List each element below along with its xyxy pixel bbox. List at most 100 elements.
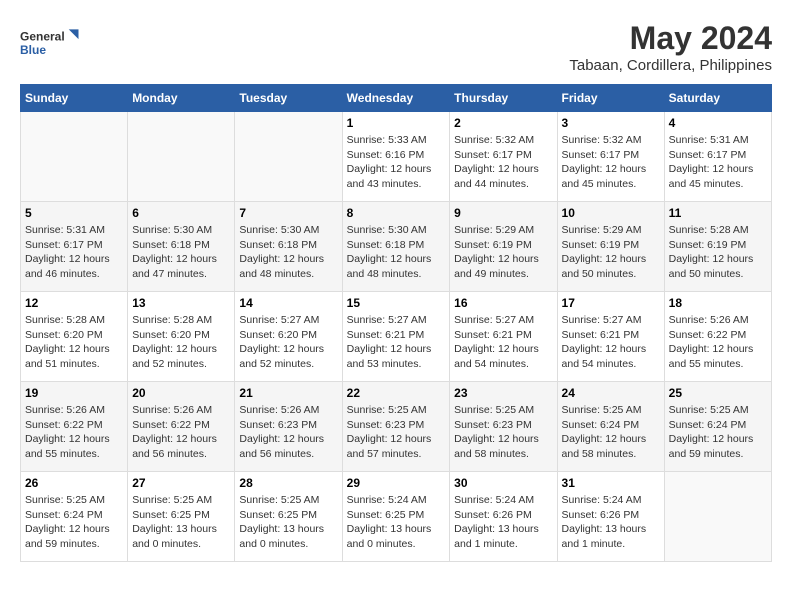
calendar-day-18: 18 Sunrise: 5:26 AM Sunset: 6:22 PM Dayli… [664, 292, 771, 382]
day-info: Sunrise: 5:24 AM Sunset: 6:25 PM Dayligh… [347, 493, 446, 552]
calendar-day-6: 6Sunrise: 5:30 AM Sunset: 6:18 PM Daylig… [128, 202, 235, 292]
calendar-week-2: 5 Sunrise: 5:31 AM Sunset: 6:17 PM Daylig… [21, 202, 772, 292]
day-number: 11 [669, 206, 767, 220]
calendar-subtitle: Tabaan, Cordillera, Philippines [569, 57, 772, 74]
calendar-day-20: 20Sunrise: 5:26 AM Sunset: 6:22 PM Dayli… [128, 382, 235, 472]
weekday-header-tuesday: Tuesday [235, 85, 342, 112]
day-number: 16 [454, 296, 552, 310]
day-number: 14 [239, 296, 337, 310]
day-info: Sunrise: 5:31 AM Sunset: 6:17 PM Dayligh… [25, 223, 123, 282]
day-number: 22 [347, 386, 446, 400]
calendar-day-8: 8 Sunrise: 5:30 AM Sunset: 6:18 PM Daylig… [342, 202, 450, 292]
calendar-day-1: 1 Sunrise: 5:33 AM Sunset: 6:16 PM Daylig… [342, 112, 450, 202]
calendar-week-4: 19 Sunrise: 5:26 AM Sunset: 6:22 PM Dayli… [21, 382, 772, 472]
logo-icon: General Blue [20, 20, 80, 65]
calendar-day-29: 29 Sunrise: 5:24 AM Sunset: 6:25 PM Dayli… [342, 472, 450, 562]
day-number: 12 [25, 296, 123, 310]
page-header: General Blue May 2024 Tabaan, Cordillera… [20, 20, 772, 74]
day-info: Sunrise: 5:26 AM Sunset: 6:23 PM Dayligh… [239, 403, 337, 462]
day-number: 9 [454, 206, 552, 220]
day-number: 4 [669, 116, 767, 130]
day-number: 17 [562, 296, 660, 310]
day-number: 5 [25, 206, 123, 220]
day-info: Sunrise: 5:24 AM Sunset: 6:26 PM Dayligh… [562, 493, 660, 552]
day-number: 21 [239, 386, 337, 400]
day-info: Sunrise: 5:33 AM Sunset: 6:16 PM Dayligh… [347, 133, 446, 192]
day-info: Sunrise: 5:29 AM Sunset: 6:19 PM Dayligh… [454, 223, 552, 282]
day-number: 19 [25, 386, 123, 400]
day-info: Sunrise: 5:25 AM Sunset: 6:23 PM Dayligh… [454, 403, 552, 462]
day-info: Sunrise: 5:27 AM Sunset: 6:21 PM Dayligh… [454, 313, 552, 372]
logo: General Blue [20, 20, 80, 65]
day-info: Sunrise: 5:25 AM Sunset: 6:25 PM Dayligh… [132, 493, 230, 552]
day-number: 8 [347, 206, 446, 220]
day-info: Sunrise: 5:28 AM Sunset: 6:20 PM Dayligh… [132, 313, 230, 372]
calendar-day-25: 25 Sunrise: 5:25 AM Sunset: 6:24 PM Dayli… [664, 382, 771, 472]
weekday-header-thursday: Thursday [450, 85, 557, 112]
calendar-day-17: 17 Sunrise: 5:27 AM Sunset: 6:21 PM Dayli… [557, 292, 664, 382]
day-info: Sunrise: 5:31 AM Sunset: 6:17 PM Dayligh… [669, 133, 767, 192]
day-number: 31 [562, 476, 660, 490]
day-info: Sunrise: 5:25 AM Sunset: 6:24 PM Dayligh… [562, 403, 660, 462]
day-number: 2 [454, 116, 552, 130]
svg-text:Blue: Blue [20, 43, 46, 57]
calendar-day-24: 24Sunrise: 5:25 AM Sunset: 6:24 PM Dayli… [557, 382, 664, 472]
day-info: Sunrise: 5:27 AM Sunset: 6:21 PM Dayligh… [347, 313, 446, 372]
day-number: 3 [562, 116, 660, 130]
day-number: 27 [132, 476, 230, 490]
calendar-day-15: 15 Sunrise: 5:27 AM Sunset: 6:21 PM Dayli… [342, 292, 450, 382]
day-info: Sunrise: 5:29 AM Sunset: 6:19 PM Dayligh… [562, 223, 660, 282]
day-number: 10 [562, 206, 660, 220]
calendar-table: SundayMondayTuesdayWednesdayThursdayFrid… [20, 84, 772, 562]
day-info: Sunrise: 5:25 AM Sunset: 6:24 PM Dayligh… [669, 403, 767, 462]
calendar-day-3: 3Sunrise: 5:32 AM Sunset: 6:17 PM Daylig… [557, 112, 664, 202]
title-block: May 2024 Tabaan, Cordillera, Philippines [569, 20, 772, 74]
calendar-empty-cell [664, 472, 771, 562]
day-info: Sunrise: 5:30 AM Sunset: 6:18 PM Dayligh… [239, 223, 337, 282]
day-number: 18 [669, 296, 767, 310]
calendar-empty-cell [128, 112, 235, 202]
calendar-day-23: 23 Sunrise: 5:25 AM Sunset: 6:23 PM Dayli… [450, 382, 557, 472]
day-info: Sunrise: 5:27 AM Sunset: 6:21 PM Dayligh… [562, 313, 660, 372]
day-info: Sunrise: 5:26 AM Sunset: 6:22 PM Dayligh… [669, 313, 767, 372]
day-info: Sunrise: 5:24 AM Sunset: 6:26 PM Dayligh… [454, 493, 552, 552]
calendar-day-30: 30 Sunrise: 5:24 AM Sunset: 6:26 PM Dayli… [450, 472, 557, 562]
day-number: 30 [454, 476, 552, 490]
calendar-day-12: 12 Sunrise: 5:28 AM Sunset: 6:20 PM Dayli… [21, 292, 128, 382]
calendar-day-22: 22 Sunrise: 5:25 AM Sunset: 6:23 PM Dayli… [342, 382, 450, 472]
day-info: Sunrise: 5:30 AM Sunset: 6:18 PM Dayligh… [132, 223, 230, 282]
day-number: 7 [239, 206, 337, 220]
calendar-day-21: 21 Sunrise: 5:26 AM Sunset: 6:23 PM Dayli… [235, 382, 342, 472]
weekday-header-row: SundayMondayTuesdayWednesdayThursdayFrid… [21, 85, 772, 112]
calendar-day-27: 27 Sunrise: 5:25 AM Sunset: 6:25 PM Dayli… [128, 472, 235, 562]
calendar-empty-cell [235, 112, 342, 202]
day-info: Sunrise: 5:25 AM Sunset: 6:23 PM Dayligh… [347, 403, 446, 462]
day-info: Sunrise: 5:30 AM Sunset: 6:18 PM Dayligh… [347, 223, 446, 282]
calendar-day-28: 28Sunrise: 5:25 AM Sunset: 6:25 PM Dayli… [235, 472, 342, 562]
day-number: 23 [454, 386, 552, 400]
calendar-week-3: 12 Sunrise: 5:28 AM Sunset: 6:20 PM Dayli… [21, 292, 772, 382]
day-info: Sunrise: 5:25 AM Sunset: 6:24 PM Dayligh… [25, 493, 123, 552]
day-number: 26 [25, 476, 123, 490]
day-number: 25 [669, 386, 767, 400]
calendar-day-31: 31 Sunrise: 5:24 AM Sunset: 6:26 PM Dayli… [557, 472, 664, 562]
calendar-day-9: 9 Sunrise: 5:29 AM Sunset: 6:19 PM Daylig… [450, 202, 557, 292]
calendar-week-5: 26 Sunrise: 5:25 AM Sunset: 6:24 PM Dayli… [21, 472, 772, 562]
day-info: Sunrise: 5:32 AM Sunset: 6:17 PM Dayligh… [454, 133, 552, 192]
day-number: 29 [347, 476, 446, 490]
calendar-day-10: 10 Sunrise: 5:29 AM Sunset: 6:19 PM Dayli… [557, 202, 664, 292]
weekday-header-wednesday: Wednesday [342, 85, 450, 112]
weekday-header-friday: Friday [557, 85, 664, 112]
weekday-header-sunday: Sunday [21, 85, 128, 112]
calendar-title: May 2024 [569, 20, 772, 57]
calendar-day-7: 7 Sunrise: 5:30 AM Sunset: 6:18 PM Daylig… [235, 202, 342, 292]
day-number: 1 [347, 116, 446, 130]
day-info: Sunrise: 5:28 AM Sunset: 6:19 PM Dayligh… [669, 223, 767, 282]
day-info: Sunrise: 5:26 AM Sunset: 6:22 PM Dayligh… [25, 403, 123, 462]
svg-text:General: General [20, 30, 65, 44]
calendar-day-11: 11 Sunrise: 5:28 AM Sunset: 6:19 PM Dayli… [664, 202, 771, 292]
day-number: 20 [132, 386, 230, 400]
day-info: Sunrise: 5:28 AM Sunset: 6:20 PM Dayligh… [25, 313, 123, 372]
calendar-day-13: 13Sunrise: 5:28 AM Sunset: 6:20 PM Dayli… [128, 292, 235, 382]
day-number: 15 [347, 296, 446, 310]
